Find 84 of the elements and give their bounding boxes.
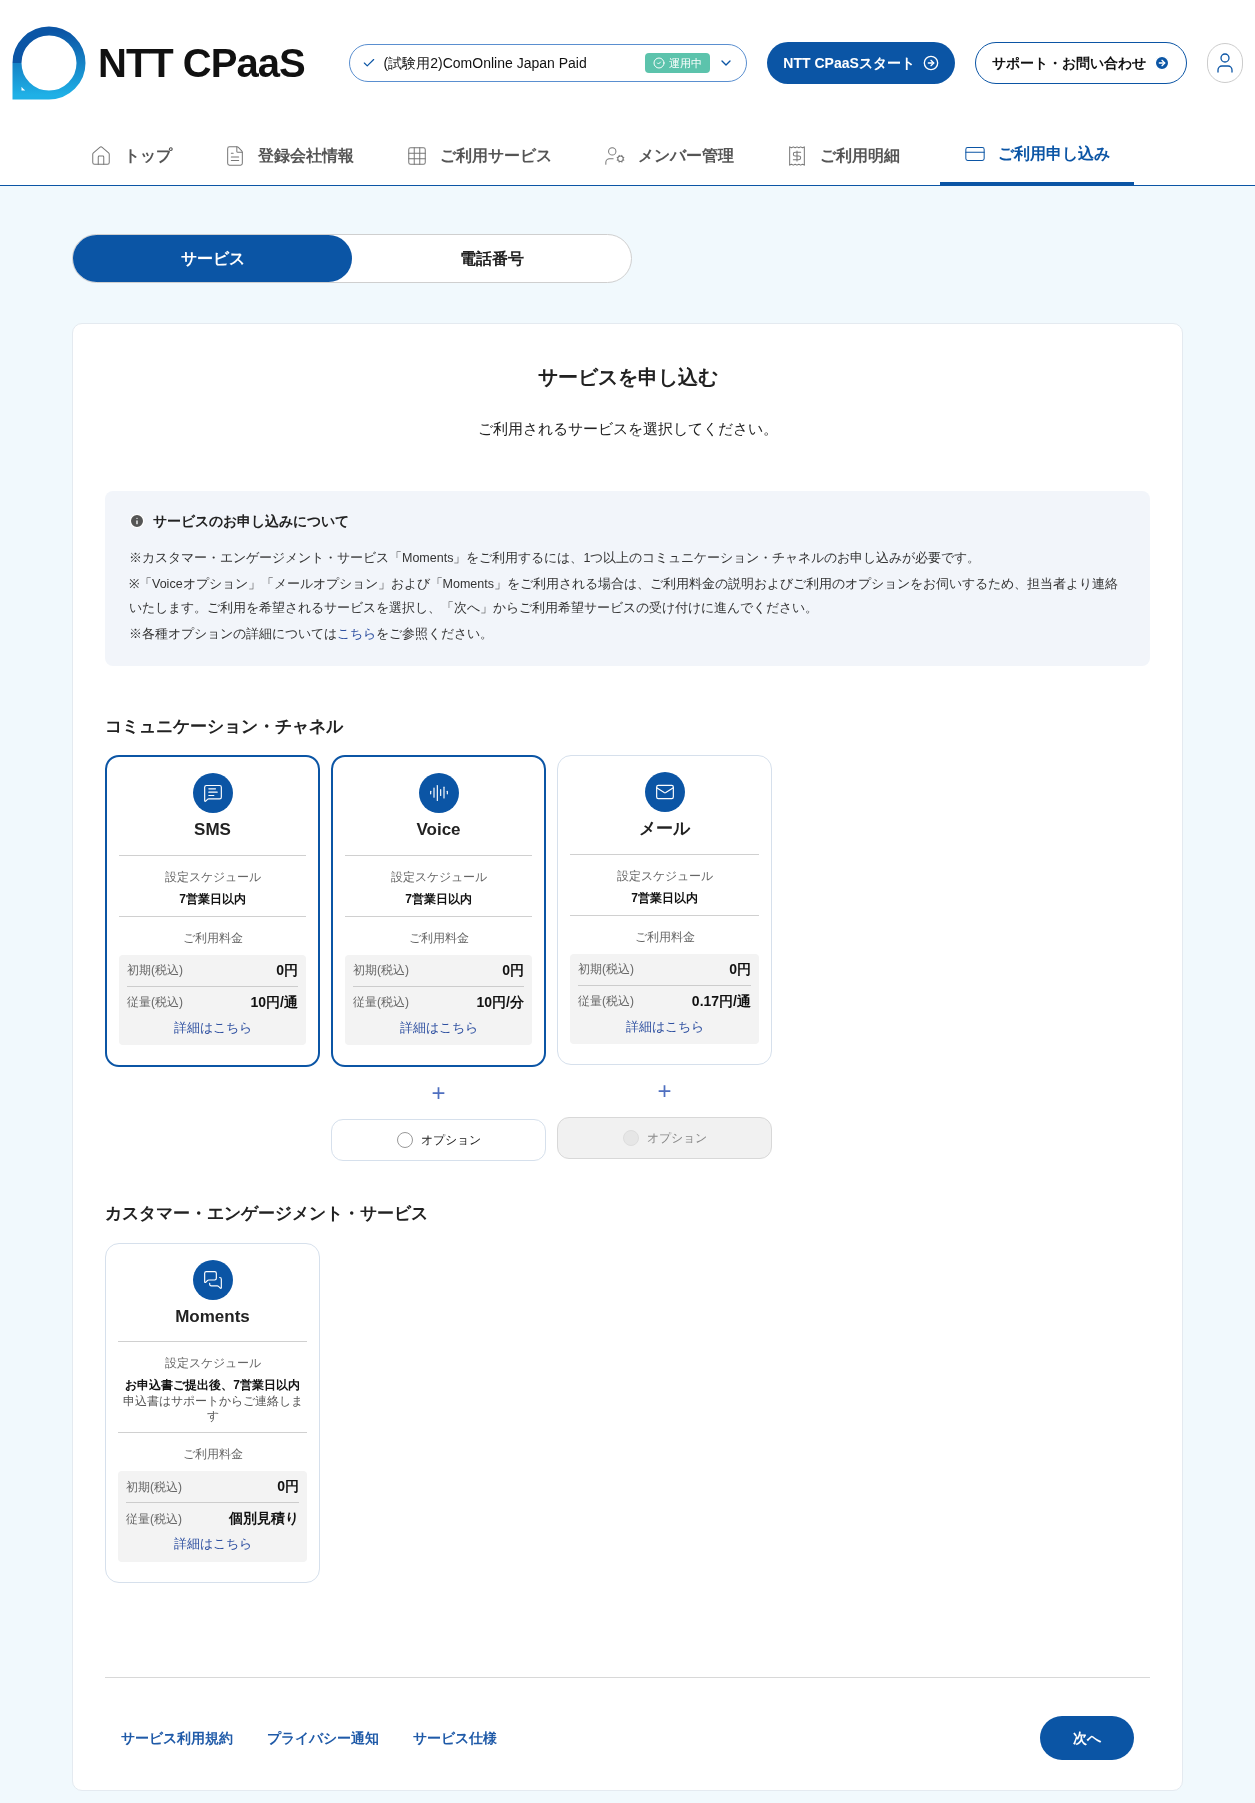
schedule-label: 設定スケジュール [164,868,261,886]
info-heading: サービスのお申し込みについて [153,511,349,531]
grid-icon [406,144,428,167]
chat-icon [192,773,233,813]
fee-label: ご利用料金 [182,1446,243,1463]
footer-link[interactable]: サービス仕様 [413,1727,497,1749]
fee-type: 従量(税込) [353,994,409,1011]
fee-type: 初期(税込) [126,1478,182,1496]
schedule-label: 設定スケジュール [390,868,487,886]
plus-sign: + [431,1081,446,1105]
start-button[interactable]: NTT CPaaSスタート [767,42,955,84]
service-card[interactable]: Voice 設定スケジュール 7営業日以内 ご利用料金 初期(税込) 0円 従量(税込) 10円/分 詳細はこちら [331,755,546,1067]
user-gear-icon [604,144,626,167]
schedule-label: 設定スケジュール [616,867,713,885]
house-icon [90,144,112,167]
fee-amount: 10円/分 [476,992,524,1012]
envelope-icon [644,772,685,812]
status-badge: 運用中 [645,52,711,74]
arrow-right-icon [922,55,939,71]
details-link[interactable]: こちら [337,626,376,641]
fee-label: ご利用料金 [182,929,243,947]
page-subtitle: ご利用されるサービスを選択してください。 [476,419,779,439]
fee-label: ご利用料金 [634,928,695,946]
info-note: ※「Voiceオプション」「メールオプション」および「Moments」をご利用される場合は、ご利用料金の説明およびご利用のオプションをお伺いするため、担当者より連絡いたします。ご利用を希望されるサービスを選択し、「次へ」からご利用希望サービスの受け付けに進んでください。 [129,575,1119,617]
section-heading: カスタマー・エンゲージメント・サービス [105,1203,429,1225]
service-name: メール [639,818,690,840]
page-title: サービスを申し込む [536,365,719,390]
footer-link[interactable]: サービス利用規約 [121,1727,233,1749]
fee-type: 従量(税込) [578,993,634,1010]
option-radio[interactable] [396,1132,413,1148]
service-card[interactable]: メール 設定スケジュール 7営業日以内 ご利用料金 初期(税込) 0円 従量(税込) 0.17円/通 詳細はこちら [557,755,772,1065]
service-card[interactable]: SMS 設定スケジュール 7営業日以内 ご利用料金 初期(税込) 0円 従量(税込) 10円/通 詳細はこちら [105,755,320,1067]
service-card[interactable]: Moments 設定スケジュール お申込書ご提出後、7営業日以内 申込書はサポートからご連絡します ご利用料金 初期(税込) 0円 従量(税込) 個別見積り 詳細はこちら [105,1242,320,1583]
nav-tab[interactable]: ご利用サービス [394,126,564,185]
nav-tab[interactable]: 登録会社情報 [212,126,366,185]
fee-type: 初期(税込) [127,962,183,979]
schedule-value: お申込書ご提出後、7営業日以内 [125,1377,300,1394]
schedule-value: 7営業日以内 [405,890,472,908]
fee-amount: 0円 [502,960,524,980]
info-icon [129,513,145,529]
section-heading: コミュニケーション・チャネル [105,715,345,738]
fee-amount: 10円/通 [250,992,298,1012]
schedule-value: 7営業日以内 [179,890,246,908]
fee-amount: 0.17円/通 [691,991,751,1011]
service-name: SMS [194,819,231,841]
fee-type: 従量(税込) [126,1510,182,1528]
logo-mark-icon [12,26,86,100]
schedule-note: 申込書はサポートからご連絡します [121,1394,304,1424]
check-icon [361,56,376,70]
sound-wave-icon [418,773,459,813]
arrow-right-icon [1153,55,1170,71]
fee-amount: 0円 [276,960,298,980]
nav-tab[interactable]: メンバー管理 [592,126,746,185]
segment-tab[interactable]: 電話番号 [352,235,631,282]
schedule-label: 設定スケジュール [164,1355,261,1372]
details-link[interactable]: 詳細はこちら [173,1017,252,1037]
info-note: ※カスタマー・エンゲージメント・サービス「Moments」をご利用するには、1つ以上のコミュニケーション・チャネルのお申し込みが必要です。 [129,549,982,567]
service-name: Moments [175,1305,250,1328]
info-note: ※各種オプションの詳細についてはこちら をご参照ください。 [129,625,494,643]
fee-type: 初期(税込) [578,961,634,978]
fee-amount: 0円 [729,959,751,979]
segment-tab[interactable]: サービス [73,235,352,282]
nav-tab[interactable]: ご利用申し込み [940,126,1134,185]
fee-type: 従量(税込) [127,994,183,1011]
plus-sign: + [657,1079,672,1103]
support-button[interactable]: サポート・お問い合わせ [974,42,1187,84]
nav-tab[interactable]: ご利用明細 [774,126,912,185]
fee-amount: 個別見積り [229,1509,299,1528]
details-link[interactable]: 詳細はこちら [625,1016,704,1036]
next-button[interactable]: 次へ [1040,1716,1134,1760]
nav-tab[interactable]: トップ [78,126,184,185]
option-toggle[interactable]: オプション [331,1119,546,1161]
fee-amount: 0円 [277,1477,299,1496]
document-icon [224,144,246,167]
logo-text: NTT CPaaS [98,40,305,87]
details-link[interactable]: 詳細はこちら [399,1017,478,1037]
details-link[interactable]: 詳細はこちら [173,1534,252,1554]
receipt-icon [786,144,808,167]
fee-label: ご利用料金 [408,929,469,947]
schedule-value: 7営業日以内 [631,889,698,907]
chat-bubbles-icon [192,1259,233,1300]
fee-type: 初期(税込) [353,962,409,979]
footer-link[interactable]: プライバシー通知 [267,1727,379,1749]
service-name: Voice [416,819,461,841]
